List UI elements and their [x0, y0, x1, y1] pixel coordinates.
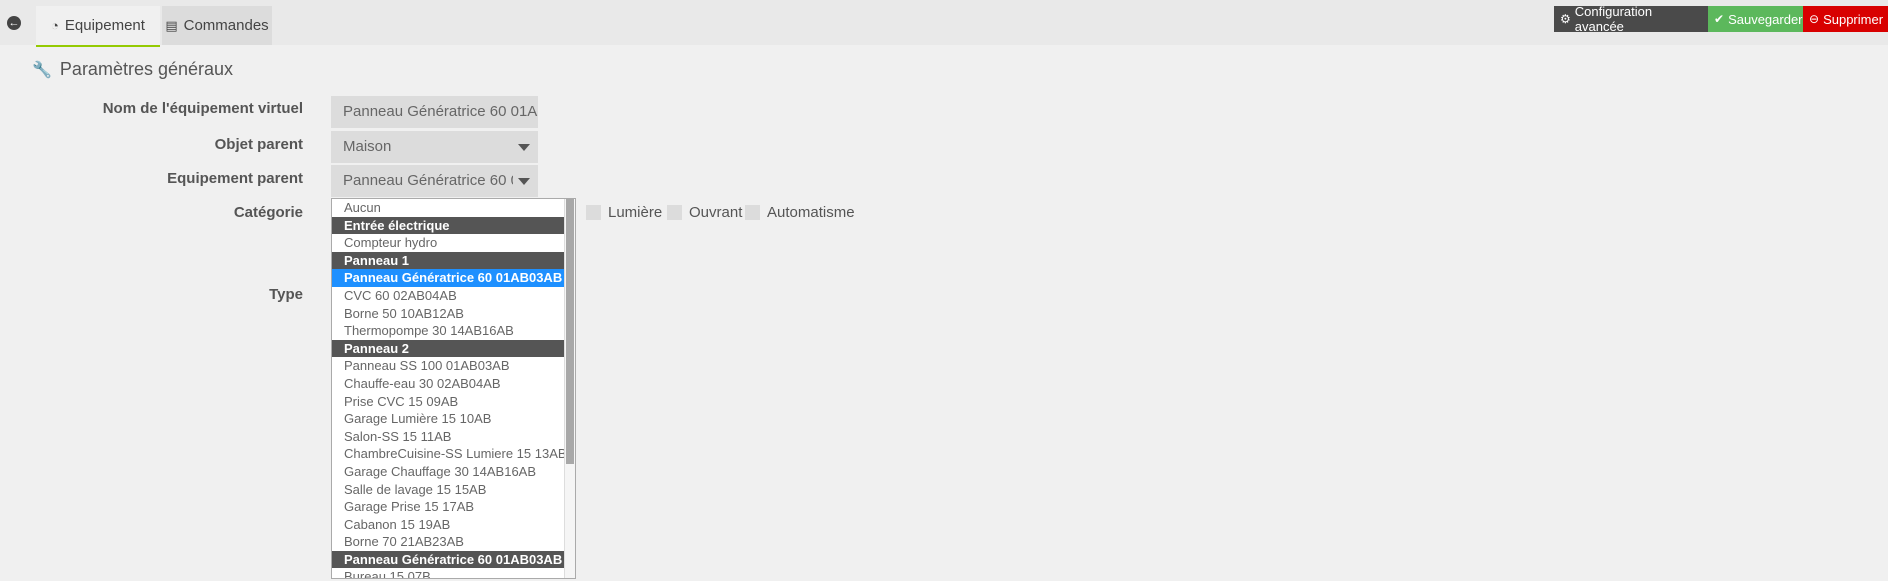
gears-icon: ⚙ — [1560, 12, 1571, 26]
arrow-left-icon: ← — [7, 15, 21, 30]
dropdown-option[interactable]: Compteur hydro — [332, 234, 566, 252]
parent-equipment-label: Equipement parent — [167, 170, 303, 187]
tachometer-icon: ◔ — [51, 18, 59, 33]
section-title-text: Paramètres généraux — [59, 59, 234, 79]
equipment-name-value: Panneau Génératrice 60 01AB03AB — [343, 103, 538, 120]
dropdown-option[interactable]: ChambreCuisine-SS Lumiere 15 13AB — [332, 445, 566, 463]
category-ouvrant[interactable]: Ouvrant — [667, 204, 742, 221]
dropdown-option[interactable]: Garage Lumière 15 10AB — [332, 410, 566, 428]
save-label: Sauvegarder — [1728, 11, 1803, 27]
back-button[interactable]: ← — [0, 0, 28, 45]
dropdown-option[interactable]: CVC 60 02AB04AB — [332, 287, 566, 305]
scrollbar-thumb[interactable] — [566, 199, 574, 464]
dropdown-option[interactable]: Thermopompe 30 14AB16AB — [332, 322, 566, 340]
category-automatisme-label: Automatisme — [767, 204, 855, 221]
category-label: Catégorie — [233, 204, 303, 221]
tab-equipement[interactable]: ◔ Equipement — [36, 6, 160, 47]
category-ouvrant-label: Ouvrant — [689, 204, 743, 221]
top-bar: ← ◔ Equipement ▤ Commandes ⚙ Configurati… — [0, 0, 1888, 47]
parent-object-value: Maison — [343, 138, 392, 155]
advanced-config-label: Configuration avancée — [1574, 4, 1653, 34]
minus-circle-icon: ⊖ — [1809, 12, 1820, 26]
category-automatisme[interactable]: Automatisme — [745, 204, 855, 221]
dropdown-option-list: Aucun Entrée électrique Compteur hydro Pann… — [332, 199, 566, 578]
check-circle-icon: ✔ — [1714, 12, 1725, 26]
list-icon: ▤ — [165, 17, 178, 33]
dropdown-option[interactable]: Garage Prise 15 17AB — [332, 498, 566, 516]
tab-equipement-label: Equipement — [64, 17, 145, 34]
dropdown-group-header: Panneau Génératrice 60 01AB03AB — [332, 550, 566, 569]
parent-equipment-dropdown[interactable]: Aucun Entrée électrique Compteur hydro Pann… — [331, 198, 576, 579]
checkbox[interactable] — [667, 205, 682, 220]
parent-equipment-value: Panneau Génératrice 60 01AB03AB — [343, 172, 513, 189]
dropdown-option[interactable]: Cabanon 15 19AB — [332, 516, 566, 534]
wrench-icon: 🔧 — [32, 61, 52, 79]
dropdown-option[interactable]: Salle de lavage 15 15AB — [332, 481, 566, 499]
save-button[interactable]: ✔ Sauvegarder — [1708, 6, 1803, 32]
dropdown-option[interactable]: Bureau 15 07B — [332, 568, 566, 578]
dropdown-group-header: Panneau 2 — [332, 339, 566, 358]
dropdown-option[interactable]: Aucun — [332, 199, 566, 217]
dropdown-option[interactable]: Panneau SS 100 01AB03AB — [332, 357, 566, 375]
type-label: Type — [269, 286, 303, 303]
dropdown-option[interactable]: Borne 70 21AB23AB — [332, 533, 566, 551]
dropdown-option[interactable]: Borne 50 10AB12AB — [332, 305, 566, 323]
checkbox[interactable] — [586, 205, 601, 220]
advanced-config-button[interactable]: ⚙ Configuration avancée — [1554, 4, 1708, 34]
dropdown-option[interactable]: Salon-SS 15 11AB — [332, 428, 566, 446]
delete-button[interactable]: ⊖ Supprimer — [1803, 6, 1888, 32]
equipment-name-input[interactable]: Panneau Génératrice 60 01AB03AB — [331, 96, 538, 128]
parent-object-select[interactable]: Maison — [331, 131, 538, 163]
dropdown-scrollbar[interactable] — [564, 199, 575, 578]
dropdown-option[interactable]: Prise CVC 15 09AB — [332, 393, 566, 411]
parent-equipment-select[interactable]: Panneau Génératrice 60 01AB03AB — [331, 165, 538, 197]
delete-label: Supprimer — [1823, 11, 1884, 27]
tab-commandes-label: Commandes — [183, 17, 269, 34]
dropdown-group-header: Panneau 1 — [332, 251, 566, 270]
name-label: Nom de l'équipement virtuel — [102, 100, 303, 117]
section-title: 🔧 Paramètres généraux — [32, 59, 233, 80]
dropdown-option[interactable]: Garage Chauffage 30 14AB16AB — [332, 463, 566, 481]
dropdown-option[interactable]: Panneau Génératrice 60 01AB03AB — [332, 269, 566, 287]
dropdown-option[interactable]: Chauffe-eau 30 02AB04AB — [332, 375, 566, 393]
category-lumiere[interactable]: Lumière — [586, 204, 662, 221]
tab-commandes[interactable]: ▤ Commandes — [162, 6, 272, 45]
category-lumiere-label: Lumière — [608, 204, 663, 221]
checkbox[interactable] — [745, 205, 760, 220]
dropdown-group-header: Entrée électrique — [332, 216, 566, 235]
parent-object-label: Objet parent — [214, 136, 303, 153]
